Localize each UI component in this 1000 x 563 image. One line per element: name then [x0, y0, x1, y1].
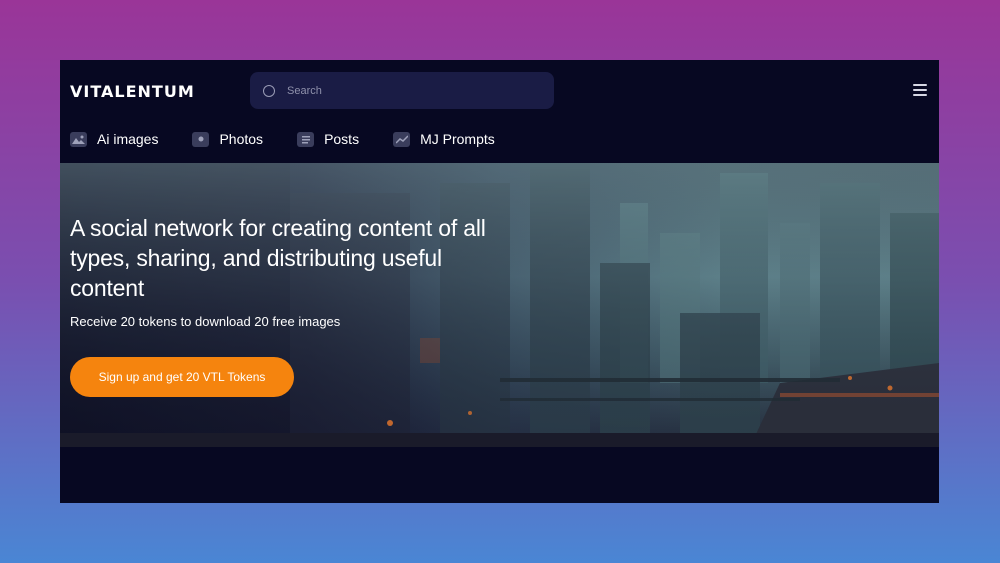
search-input[interactable]: [287, 84, 527, 97]
image-icon: [70, 131, 87, 147]
nav-item-label: MJ Prompts: [420, 131, 495, 147]
logo[interactable]: VITALENTUM: [70, 82, 195, 101]
nav-item-mj-prompts[interactable]: MJ Prompts: [393, 131, 495, 147]
nav-item-posts[interactable]: Posts: [297, 131, 359, 147]
nav-item-ai-images[interactable]: Ai images: [70, 131, 158, 147]
document-icon: [297, 131, 315, 147]
nav-item-label: Photos: [219, 131, 264, 147]
nav-item-photos[interactable]: Photos: [192, 131, 263, 147]
hero-title: A social network for creating content of…: [70, 215, 486, 301]
nav-item-label: Posts: [324, 131, 360, 147]
hamburger-menu-icon[interactable]: [913, 84, 927, 96]
hero-subtitle: Receive 20 tokens to download 20 free im…: [70, 314, 341, 329]
nav-item-label: Ai images: [97, 131, 159, 147]
signup-button[interactable]: Sign up and get 20 VTL Tokens: [70, 357, 294, 397]
camera-icon: [192, 131, 210, 147]
category-nav: Ai images Photos Posts MJ Prompts: [70, 128, 529, 150]
trend-icon: [393, 131, 411, 147]
search-bar[interactable]: [250, 72, 554, 109]
hero-city-image: [60, 163, 939, 447]
search-icon: [263, 84, 275, 97]
hero-banner: A social network for creating content of…: [60, 163, 939, 447]
app-window: VITALENTUM Ai images Photos Posts: [60, 60, 939, 503]
